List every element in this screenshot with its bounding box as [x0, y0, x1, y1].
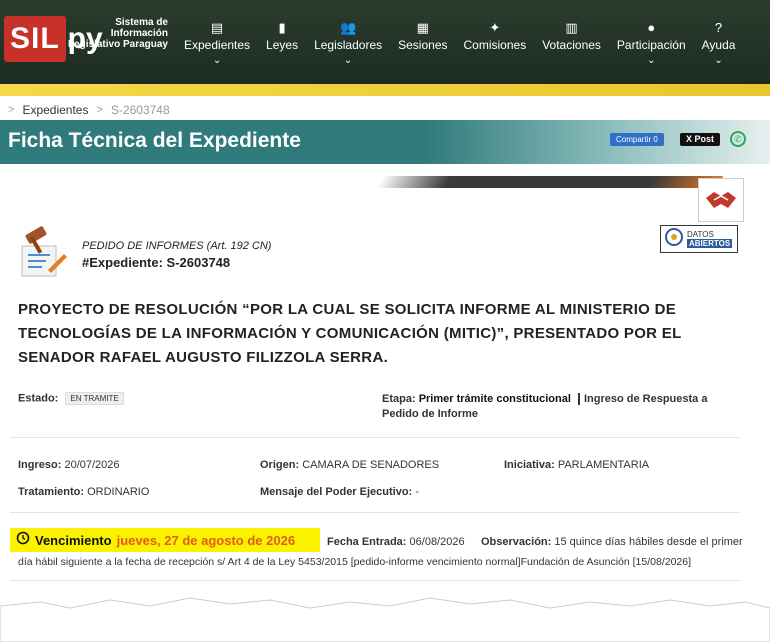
- status-badge: EN TRAMITE: [65, 392, 124, 405]
- origen-label: Origen:: [260, 459, 300, 471]
- page-title: Ficha Técnica del Expediente: [8, 129, 301, 152]
- datos-label: DATOS: [687, 230, 714, 239]
- chevron-down-icon: ⌄: [343, 55, 353, 66]
- origen-row: Origen: CAMARA DE SENADORES: [260, 459, 439, 471]
- nav-comisiones[interactable]: ✦ Comisiones: [456, 20, 535, 68]
- tratamiento-row: Tratamiento: ORDINARIO: [18, 486, 149, 498]
- abiertos-label: ABIERTOS: [687, 239, 733, 248]
- nav-label: Expedientes: [184, 38, 251, 52]
- chevron-down-icon: ⌄: [647, 55, 656, 66]
- whatsapp-icon[interactable]: ✆: [730, 131, 746, 147]
- breadcrumb: > Expedientes > S-2603748: [8, 103, 170, 117]
- record-type: PEDIDO DE INFORMES (Art. 192 CN): [82, 240, 272, 252]
- etapa-value: Primer trámite constitucional: [418, 393, 571, 405]
- help-icon: ?: [714, 20, 723, 35]
- nav-label: Leyes: [266, 38, 299, 52]
- datos-abiertos-badge[interactable]: DATOS ABIERTOS: [660, 225, 738, 253]
- torn-edge: [0, 597, 770, 642]
- vencimiento-highlight: Vencimiento jueves, 27 de agosto de 2026: [10, 528, 320, 552]
- nav-leyes[interactable]: ▮ Leyes: [258, 20, 306, 68]
- origen-value: CAMARA DE SENADORES: [302, 459, 440, 471]
- clock-history-icon: [16, 531, 30, 550]
- nav-expedientes[interactable]: ▤ Expedientes ⌄: [176, 20, 258, 68]
- people-icon: 👥: [340, 20, 357, 35]
- chat-icon: ●: [647, 20, 656, 35]
- facebook-share-button[interactable]: Compartir 0: [610, 133, 664, 146]
- nav-sesiones[interactable]: ▦ Sesiones: [390, 20, 455, 68]
- divider: [10, 580, 740, 581]
- handshake-icon[interactable]: [698, 178, 744, 222]
- fecha-entrada-label: Fecha Entrada:: [327, 536, 407, 548]
- group-icon: ✦: [489, 20, 501, 35]
- mensaje-value: -: [415, 486, 419, 498]
- nav-ayuda[interactable]: ? Ayuda ⌄: [694, 20, 744, 68]
- nav-legisladores[interactable]: 👥 Legisladores ⌄: [306, 20, 390, 68]
- etapa-label: Etapa:: [382, 393, 416, 405]
- breadcrumb-separator: >: [8, 104, 15, 116]
- calendar-icon: ▦: [416, 20, 429, 35]
- breadcrumb-current: S-2603748: [110, 103, 170, 117]
- top-navigation-bar: SIL py Sistema de Información Legislativ…: [0, 0, 770, 84]
- document-icon: ▤: [210, 20, 224, 35]
- tratamiento-label: Tratamiento:: [18, 486, 85, 498]
- fecha-entrada-row: Fecha Entrada: 06/08/2026: [327, 536, 465, 548]
- fecha-entrada-value: 06/08/2026: [409, 536, 465, 548]
- nav-label: Sesiones: [398, 38, 448, 52]
- chevron-down-icon: ⌄: [714, 55, 723, 66]
- observacion-value: 15 quince días hábiles desde el primer: [554, 536, 743, 548]
- breadcrumb-expedientes-link[interactable]: Expedientes: [22, 103, 88, 117]
- logo-subtitle: Sistema de Información Legislativo Parag…: [67, 17, 168, 50]
- ingreso-row: Ingreso: 20/07/2026: [18, 459, 120, 471]
- iniciativa-value: PARLAMENTARIA: [557, 459, 650, 471]
- nav-label: Votaciones: [542, 38, 601, 52]
- estado-row: Estado: EN TRAMITE: [18, 392, 124, 405]
- nav-participacin[interactable]: ● Participación ⌄: [609, 20, 694, 68]
- project-title: PROYECTO DE RESOLUCIÓN “POR LA CUAL SE S…: [18, 301, 682, 366]
- observacion-continuation: día hábil siguiente a la fecha de recepc…: [18, 556, 692, 568]
- mensaje-row: Mensaje del Poder Ejecutivo: -: [260, 486, 419, 498]
- observacion-label: Observación:: [481, 536, 552, 548]
- ingreso-value: 20/07/2026: [64, 459, 120, 471]
- main-nav: ▤ Expedientes ⌄ ▮ Leyes 👥 Legisladores ⌄ ▦ Sesion…: [176, 20, 743, 68]
- tratamiento-value: ORDINARIO: [87, 486, 150, 498]
- vote-icon: ▥: [565, 20, 578, 35]
- book-icon: ▮: [278, 20, 286, 35]
- ingreso-label: Ingreso:: [18, 459, 62, 471]
- iniciativa-label: Iniciativa:: [504, 459, 555, 471]
- chevron-down-icon: ⌄: [212, 55, 222, 66]
- observacion-row: Observación: 15 quince días hábiles desd…: [481, 536, 743, 548]
- vencimiento-date: jueves, 27 de agosto de 2026: [116, 532, 296, 548]
- divider: [10, 437, 740, 438]
- nav-votaciones[interactable]: ▥ Votaciones: [534, 20, 609, 68]
- chevron-down-icon: [398, 54, 447, 68]
- open-data-icon: [664, 227, 684, 252]
- iniciativa-row: Iniciativa: PARLAMENTARIA: [504, 459, 649, 471]
- vencimiento-label: Vencimiento: [35, 532, 112, 548]
- chevron-down-icon: [464, 54, 527, 68]
- header-stripe: [0, 84, 770, 96]
- etapa-row: Etapa: Primer trámite constitucional Ing…: [382, 392, 742, 422]
- chevron-down-icon: [266, 54, 298, 68]
- gavel-document-icon: [18, 226, 70, 280]
- decorative-band: [376, 176, 724, 188]
- nav-label: Legisladores: [314, 38, 383, 52]
- nav-label: Participación: [616, 38, 686, 52]
- nav-label: Comisiones: [463, 38, 527, 52]
- estado-label: Estado:: [18, 392, 59, 405]
- breadcrumb-separator: >: [96, 104, 103, 116]
- mensaje-label: Mensaje del Poder Ejecutivo:: [260, 486, 413, 498]
- nav-label: Ayuda: [701, 38, 736, 52]
- chevron-down-icon: [542, 54, 601, 68]
- record-id: #Expediente: S-2603748: [82, 255, 231, 270]
- logo-sil: SIL: [4, 16, 66, 62]
- divider: [10, 512, 740, 513]
- x-post-button[interactable]: X Post: [680, 133, 721, 146]
